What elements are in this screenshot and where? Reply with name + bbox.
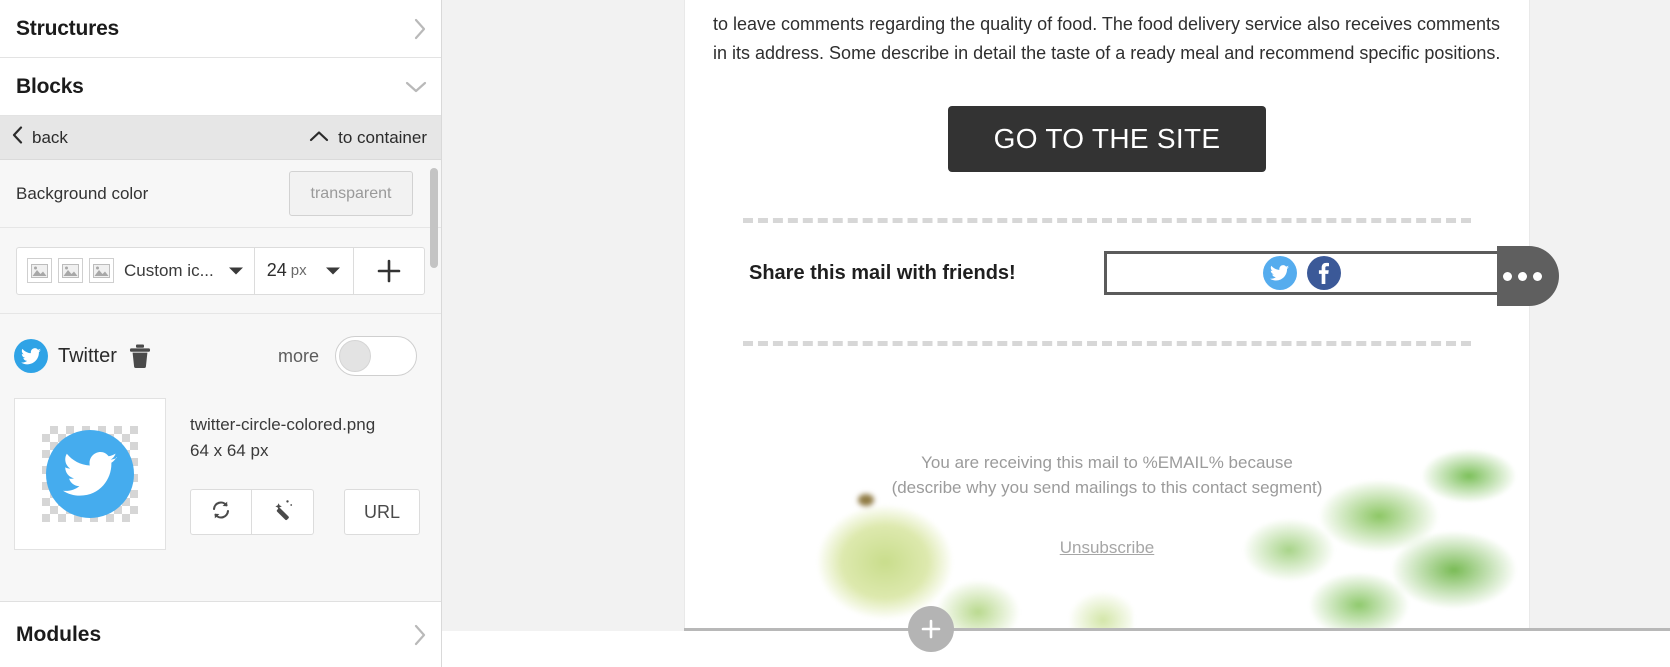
image-placeholder-icon	[89, 258, 114, 283]
toggle-knob	[339, 340, 371, 372]
footer-disclaimer[interactable]: You are receiving this mail to %EMAIL% b…	[685, 424, 1529, 500]
twitter-icon	[46, 430, 134, 518]
to-container-label: to container	[338, 127, 427, 147]
trash-icon[interactable]	[129, 344, 151, 368]
image-actions: URL	[190, 489, 421, 535]
icon-picker-row: Custom ic... 24 px	[0, 228, 441, 314]
facebook-icon[interactable]	[1306, 256, 1341, 290]
cta-container: GO TO THE SITE	[713, 106, 1501, 172]
email-paragraph[interactable]: to leave comments regarding the quality …	[713, 0, 1501, 68]
email-builder-app: Structures Blocks back to container Back…	[0, 0, 1670, 667]
sidebar-section-blocks[interactable]: Blocks	[0, 58, 441, 116]
more-label: more	[277, 345, 319, 366]
block-options-button[interactable]	[1496, 246, 1559, 306]
background-color-input[interactable]: transparent	[289, 171, 413, 216]
settings-scroll-area: Background color transparent Custom ic..…	[0, 160, 441, 601]
social-item-label: Twitter	[58, 344, 117, 367]
share-block: Share this mail with friends!	[713, 246, 1559, 306]
breadcrumb: back to container	[0, 116, 441, 160]
transparency-checker	[42, 426, 138, 522]
image-thumbnail[interactable]	[14, 398, 166, 550]
add-icon-button[interactable]	[354, 248, 424, 294]
back-button[interactable]: back	[12, 126, 68, 149]
chevron-up-icon	[309, 128, 329, 148]
image-detail-block: twitter-circle-colored.png 64 x 64 px UR…	[0, 398, 441, 550]
settings-sidebar: Structures Blocks back to container Back…	[0, 0, 442, 667]
divider-bottom	[743, 341, 1471, 346]
blocks-title: Blocks	[16, 74, 84, 98]
image-placeholder-icon	[27, 258, 52, 283]
image-url-button[interactable]: URL	[344, 489, 420, 535]
email-canvas: to leave comments regarding the quality …	[442, 0, 1670, 667]
twitter-icon	[14, 339, 48, 373]
add-structure-button[interactable]	[908, 606, 954, 652]
chevron-right-icon[interactable]	[413, 18, 427, 40]
social-item-twitter: Twitter more	[0, 314, 441, 398]
plus-icon	[376, 258, 402, 284]
chevron-down-icon	[220, 266, 244, 276]
to-container-button[interactable]: to container	[309, 128, 427, 148]
edit-image-button[interactable]	[252, 489, 314, 535]
image-metadata: twitter-circle-colored.png 64 x 64 px UR…	[190, 398, 421, 550]
replace-image-button[interactable]	[190, 489, 252, 535]
share-label: Share this mail with friends!	[749, 261, 1016, 284]
divider-top	[743, 218, 1471, 223]
icon-set-label: Custom ic...	[124, 260, 214, 280]
twitter-icon[interactable]	[1262, 256, 1297, 290]
footer-line-2: (describe why you send mailings to this …	[891, 478, 1323, 497]
dot-icon	[1532, 271, 1542, 281]
email-preview: to leave comments regarding the quality …	[684, 0, 1559, 631]
back-label: back	[32, 127, 68, 147]
unsubscribe-link[interactable]: Unsubscribe	[685, 538, 1529, 558]
canvas-bottom-strip	[442, 631, 1670, 667]
email-footer: You are receiving this mail to %EMAIL% b…	[685, 424, 1529, 631]
social-icons-block-selected[interactable]	[1103, 246, 1559, 306]
sidebar-section-modules[interactable]: Modules	[0, 601, 441, 667]
chevron-right-icon[interactable]	[413, 624, 427, 646]
email-body: to leave comments regarding the quality …	[685, 0, 1559, 631]
icon-size-dropdown[interactable]: 24 px	[255, 247, 354, 294]
dot-icon	[1517, 271, 1527, 281]
icon-size-unit: px	[290, 262, 307, 279]
chevron-down-icon	[317, 266, 341, 276]
footer-line-1: You are receiving this mail to %EMAIL% b…	[921, 453, 1293, 472]
dot-icon	[1502, 271, 1512, 281]
refresh-icon	[209, 498, 233, 527]
icon-picker-group: Custom ic... 24 px	[16, 246, 425, 295]
background-color-label: Background color	[16, 183, 149, 203]
chevron-left-icon	[12, 126, 23, 149]
structures-title: Structures	[16, 16, 120, 40]
image-dimensions: 64 x 64 px	[190, 440, 269, 460]
chevron-down-icon[interactable]	[405, 80, 427, 94]
image-placeholder-icon	[58, 258, 83, 283]
background-color-row: Background color transparent	[0, 160, 441, 228]
image-filename: twitter-circle-colored.png	[190, 415, 376, 434]
magic-wand-icon	[271, 498, 295, 527]
icon-set-dropdown[interactable]: Custom ic...	[17, 247, 255, 294]
go-to-site-button[interactable]: GO TO THE SITE	[947, 106, 1267, 172]
sidebar-section-structures[interactable]: Structures	[0, 0, 441, 58]
modules-title: Modules	[16, 622, 102, 646]
sidebar-scrollbar-thumb[interactable]	[430, 168, 438, 268]
icon-size-value: 24	[266, 260, 287, 280]
more-toggle[interactable]	[335, 336, 417, 376]
